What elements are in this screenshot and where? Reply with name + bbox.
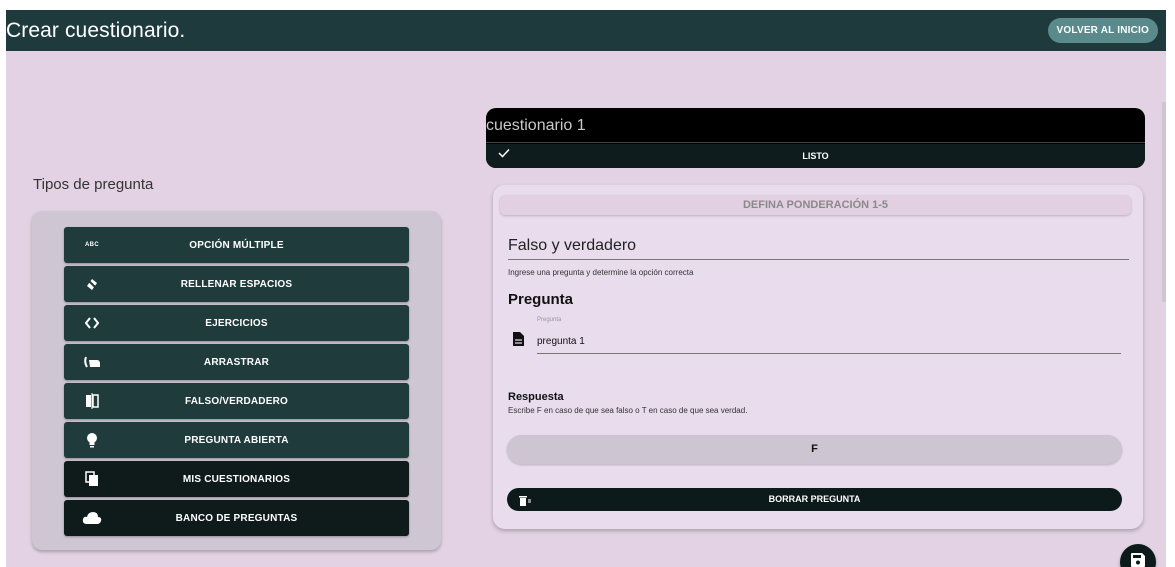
type-exercises-button[interactable]: EJERCICIOS [64,305,409,341]
question-bank-button[interactable]: BANCO DE PREGUNTAS [64,500,409,536]
weight-button[interactable]: DEFINA PONDERACIÓN 1-5 [500,195,1131,215]
answer-heading: Respuesta [508,391,564,403]
abc-icon: ABC [85,242,99,248]
lightbulb-icon [82,430,102,450]
drag-hand-icon [82,352,102,372]
type-open-question-button[interactable]: PREGUNTA ABIERTA [64,422,409,458]
files-icon [82,469,102,489]
cloud-icon [82,508,102,528]
my-quizzes-button[interactable]: MIS CUESTIONARIOS [64,461,409,497]
type-label: BANCO DE PREGUNTAS [175,512,298,524]
check-icon [498,148,510,160]
type-label: OPCIÓN MÚLTIPLE [189,239,284,251]
flip-icon [82,391,102,411]
document-icon [513,332,524,351]
app-frame: Crear cuestionario. VOLVER AL INICIO Tip… [6,10,1166,567]
quiz-title-card: cuestionario 1 LISTO [486,108,1145,168]
question-value: pregunta 1 [537,336,585,347]
type-label: EJERCICIOS [205,317,268,329]
answer-field[interactable]: F [507,435,1122,464]
type-drag-button[interactable]: ARRASTRAR [64,344,409,380]
question-input[interactable]: pregunta 1 [537,327,1121,354]
code-icon [82,313,102,333]
done-button[interactable]: LISTO [486,144,1145,168]
save-icon [1131,552,1145,567]
type-multiple-choice-button[interactable]: ABC OPCIÓN MÚLTIPLE [64,227,409,263]
question-types-title: Tipos de pregunta [33,176,154,193]
type-label: ARRASTRAR [203,356,270,368]
question-type: Falso y verdadero [508,237,637,254]
quiz-name: cuestionario 1 [486,117,586,134]
question-card: DEFINA PONDERACIÓN 1-5 Falso y verdadero… [493,185,1143,529]
type-fill-blanks-button[interactable]: RELLENAR ESPACIOS [64,266,409,302]
type-label: MIS CUESTIONARIOS [182,473,291,485]
type-label: FALSO/VERDADERO [184,395,288,407]
eraser-icon [82,274,102,294]
question-type-field[interactable]: Falso y verdadero [508,225,1129,260]
question-types-panel: ABC OPCIÓN MÚLTIPLE RELLENAR ESPACIOS EJ… [32,211,441,550]
type-label: RELLENAR ESPACIOS [180,278,293,290]
delete-question-button[interactable]: BORRAR PREGUNTA [507,488,1122,511]
type-true-false-button[interactable]: FALSO/VERDADERO [64,383,409,419]
save-button[interactable] [1120,544,1156,567]
done-label: LISTO [802,151,829,161]
page-title: Crear cuestionario. [6,18,186,42]
answer-help: Escribe F en caso de que sea falso o T e… [508,406,748,415]
delete-label: BORRAR PREGUNTA [768,494,861,504]
home-button[interactable]: VOLVER AL INICIO [1047,18,1158,43]
scrollbar[interactable] [1162,102,1166,302]
type-label: PREGUNTA ABIERTA [184,434,289,446]
question-field-label: Pregunta [537,317,562,323]
app-bar: Crear cuestionario. VOLVER AL INICIO [6,10,1166,51]
quiz-name-field[interactable]: cuestionario 1 [486,108,1145,143]
question-help: Ingrese una pregunta y determine la opci… [508,268,694,277]
trash-icon [519,493,531,516]
question-heading: Pregunta [508,291,574,308]
